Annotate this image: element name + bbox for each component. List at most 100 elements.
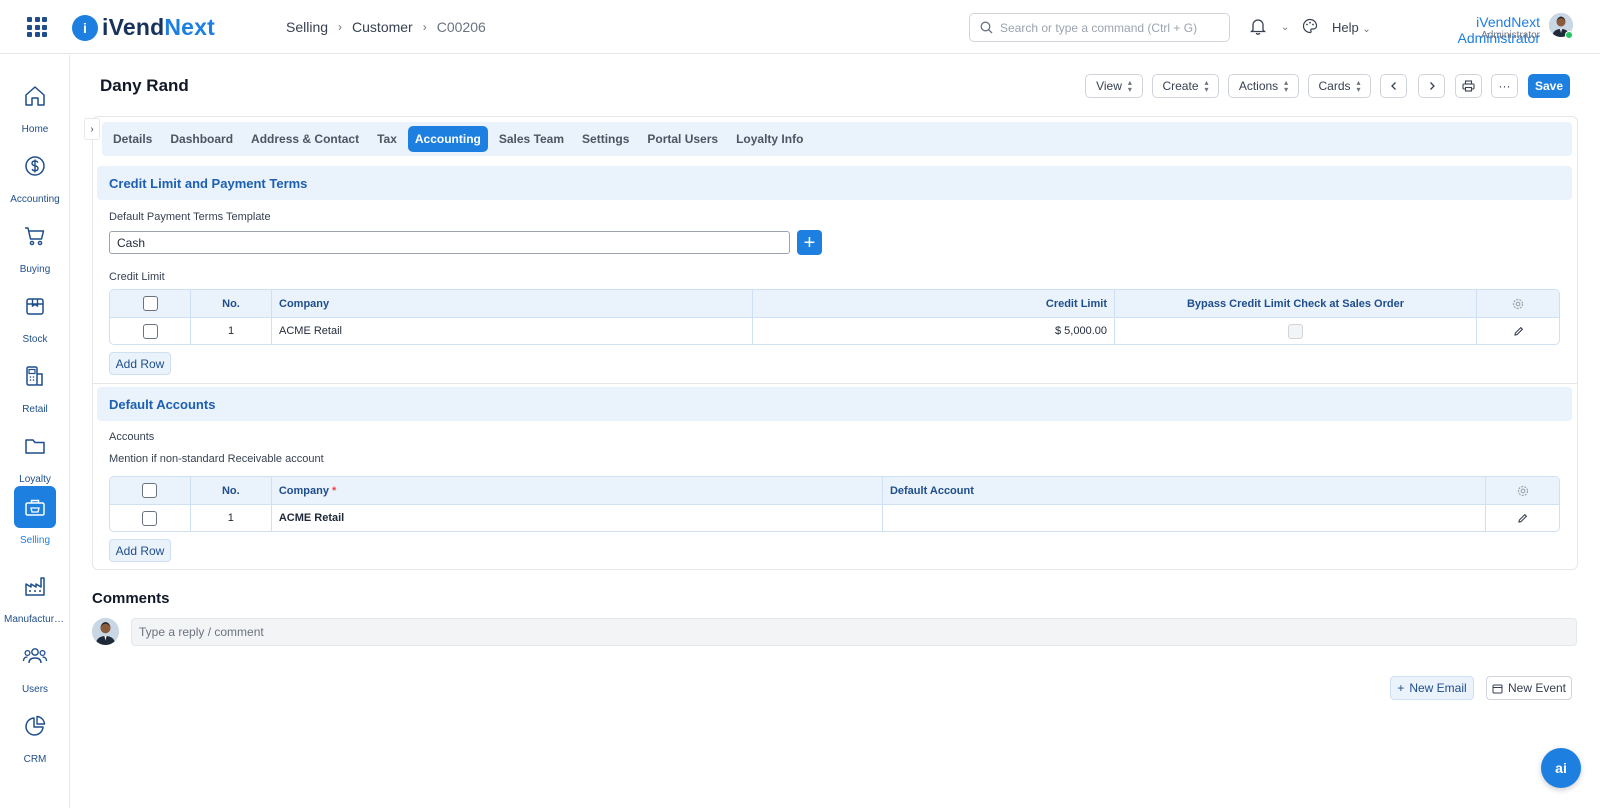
sidebar-expand-toggle[interactable]: › bbox=[84, 118, 100, 140]
view-button[interactable]: View ▴ ▾ bbox=[1085, 74, 1143, 98]
tab-sales-team[interactable]: Sales Team bbox=[492, 126, 571, 152]
updown-caret-icon: ▴ ▾ bbox=[1284, 78, 1289, 94]
column-settings[interactable] bbox=[1486, 477, 1559, 504]
search-input[interactable]: Search or type a command (Ctrl + G) bbox=[969, 13, 1230, 42]
user-role: Administrator bbox=[1481, 30, 1540, 41]
plus-icon: + bbox=[1397, 681, 1405, 695]
edit-row-button[interactable] bbox=[1477, 318, 1559, 344]
sidebar-item-home[interactable]: Home bbox=[0, 75, 70, 135]
palette-icon[interactable] bbox=[1302, 18, 1318, 34]
previous-record-button[interactable] bbox=[1380, 74, 1407, 98]
table-row[interactable]: 1 ACME Retail bbox=[110, 504, 1559, 531]
comment-input[interactable]: Type a reply / comment bbox=[131, 618, 1577, 646]
updown-caret-icon: ▴ ▾ bbox=[1127, 78, 1132, 94]
breadcrumb-selling[interactable]: Selling bbox=[286, 19, 328, 35]
gear-icon bbox=[1512, 298, 1524, 309]
bell-icon[interactable] bbox=[1250, 17, 1266, 35]
box-icon bbox=[26, 298, 44, 315]
breadcrumb-current: C00206 bbox=[436, 19, 486, 35]
row-checkbox[interactable] bbox=[142, 323, 158, 339]
chevron-right-icon: › bbox=[338, 20, 343, 34]
pencil-icon bbox=[1518, 513, 1528, 523]
sidebar-item-label: Retail bbox=[22, 404, 48, 415]
sidebar-item-retail[interactable]: Retail bbox=[0, 355, 70, 415]
more-options-button[interactable]: ··· bbox=[1491, 74, 1518, 98]
credit-limit-label: Credit Limit bbox=[109, 271, 165, 283]
save-button[interactable]: Save bbox=[1528, 74, 1570, 98]
search-icon bbox=[980, 21, 993, 34]
required-mark: * bbox=[331, 484, 337, 497]
tab-dashboard[interactable]: Dashboard bbox=[163, 126, 240, 152]
breadcrumb-customer[interactable]: Customer bbox=[352, 19, 413, 35]
edit-row-button[interactable] bbox=[1486, 505, 1559, 531]
col-no: No. bbox=[191, 477, 272, 504]
section-default-accounts[interactable]: Default Accounts bbox=[97, 387, 1572, 421]
notifications-caret-icon[interactable]: ⌄ bbox=[1281, 22, 1289, 33]
pencil-icon bbox=[1513, 326, 1523, 336]
ai-assistant-button[interactable]: ai bbox=[1541, 748, 1581, 788]
users-icon bbox=[22, 648, 48, 664]
table-row[interactable]: 1 ACME Retail $ 5,000.00 bbox=[110, 317, 1559, 344]
calendar-icon bbox=[1492, 684, 1503, 693]
sidebar-item-label: Stock bbox=[22, 334, 48, 345]
row-company[interactable]: ACME Retail bbox=[272, 505, 883, 531]
tab-tax[interactable]: Tax bbox=[370, 126, 404, 152]
create-button[interactable]: Create ▴ ▾ bbox=[1152, 74, 1219, 98]
tab-settings[interactable]: Settings bbox=[575, 126, 636, 152]
printer-icon bbox=[1462, 80, 1475, 92]
print-button[interactable] bbox=[1455, 74, 1482, 98]
column-settings[interactable] bbox=[1477, 290, 1559, 317]
select-all-checkbox[interactable] bbox=[142, 483, 158, 498]
actions-button[interactable]: Actions ▴ ▾ bbox=[1228, 74, 1299, 98]
tab-address-contact[interactable]: Address & Contact bbox=[244, 126, 366, 152]
cards-button[interactable]: Cards ▴ ▾ bbox=[1308, 74, 1371, 98]
help-menu[interactable]: Help ⌄ bbox=[1332, 20, 1371, 35]
table-header: No. Company * Default Account bbox=[110, 477, 1559, 504]
tab-accounting[interactable]: Accounting bbox=[407, 126, 488, 152]
next-record-button[interactable] bbox=[1418, 74, 1445, 98]
sidebar-item-stock[interactable]: Stock bbox=[0, 285, 70, 345]
sidebar-item-buying[interactable]: Buying bbox=[0, 215, 70, 275]
row-checkbox[interactable] bbox=[142, 510, 158, 526]
app-logo[interactable]: i iVendNext bbox=[72, 14, 215, 41]
home-icon bbox=[25, 86, 45, 106]
sidebar-item-label: Users bbox=[21, 684, 49, 695]
select-all-checkbox[interactable] bbox=[142, 296, 158, 311]
sidebar-item-accounting[interactable]: Accounting bbox=[0, 145, 70, 205]
tab-portal-users[interactable]: Portal Users bbox=[640, 126, 725, 152]
new-email-button[interactable]: + New Email bbox=[1390, 676, 1474, 700]
sidebar-item-users[interactable]: Users bbox=[0, 635, 70, 695]
apps-grid-icon[interactable] bbox=[27, 17, 47, 37]
credit-add-row-button[interactable]: Add Row bbox=[109, 352, 171, 375]
bypass-checkbox[interactable] bbox=[1288, 323, 1303, 339]
sidebar-item-loyalty[interactable]: Loyalty bbox=[0, 425, 70, 485]
col-default-account: Default Account bbox=[883, 477, 1487, 504]
col-bypass: Bypass Credit Limit Check at Sales Order bbox=[1115, 290, 1477, 317]
factory-icon bbox=[25, 577, 45, 596]
sidebar-item-crm[interactable]: CRM bbox=[0, 705, 70, 765]
top-bar: i iVendNext Selling › Customer › C00206 … bbox=[0, 0, 1600, 54]
breadcrumb: Selling › Customer › C00206 bbox=[286, 19, 486, 35]
plus-icon: + bbox=[803, 231, 816, 254]
row-company[interactable]: ACME Retail bbox=[272, 318, 753, 344]
dollar-icon bbox=[25, 156, 45, 176]
sidebar-item-manufacturing[interactable]: Manufacturing bbox=[0, 565, 70, 625]
table-header: No. Company Credit Limit Bypass Credit L… bbox=[110, 290, 1559, 317]
selling-icon bbox=[25, 499, 45, 516]
row-default-account[interactable] bbox=[883, 505, 1487, 531]
sidebar-item-label: Buying bbox=[19, 264, 51, 275]
sidebar-item-selling[interactable]: Selling bbox=[0, 486, 70, 546]
more-dots-icon: ··· bbox=[1498, 79, 1511, 93]
row-credit-limit[interactable]: $ 5,000.00 bbox=[753, 318, 1115, 344]
row-no: 1 bbox=[191, 318, 272, 344]
new-event-button[interactable]: New Event bbox=[1486, 676, 1572, 700]
tab-details[interactable]: Details bbox=[106, 126, 159, 152]
accounts-add-row-button[interactable]: Add Row bbox=[109, 539, 171, 562]
payment-terms-field[interactable]: Cash bbox=[109, 231, 790, 254]
add-payment-terms-button[interactable]: + bbox=[797, 230, 822, 255]
section-credit-limit[interactable]: Credit Limit and Payment Terms bbox=[97, 166, 1572, 200]
row-bypass-cell bbox=[1115, 318, 1477, 344]
form-tabs: Details Dashboard Address & Contact Tax … bbox=[102, 122, 1572, 156]
tab-loyalty-info[interactable]: Loyalty Info bbox=[729, 126, 810, 152]
sidebar-item-label: Accounting bbox=[10, 194, 60, 205]
